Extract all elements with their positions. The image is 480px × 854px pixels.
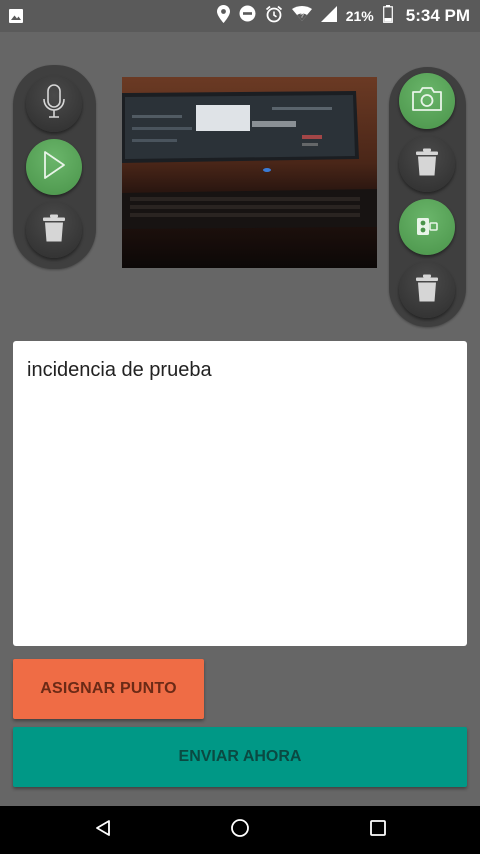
- trash-icon: [416, 148, 438, 181]
- battery-icon: [382, 4, 393, 28]
- wifi-icon: ?: [291, 5, 312, 27]
- battery-percent: 21%: [345, 8, 374, 24]
- status-bar: ? 21% 5:34 PM: [0, 0, 480, 32]
- navigation-bar: [0, 806, 480, 854]
- delete-photo-button[interactable]: [399, 136, 455, 192]
- alarm-icon: [265, 5, 283, 28]
- video-camera-icon: [415, 213, 439, 242]
- audio-controls-panel: [13, 65, 96, 269]
- recents-icon: [370, 819, 386, 841]
- clock: 5:34 PM: [405, 6, 470, 25]
- delete-video-button[interactable]: [399, 262, 455, 318]
- recents-button[interactable]: [348, 806, 408, 854]
- play-icon: [41, 150, 67, 185]
- back-button[interactable]: [73, 806, 133, 854]
- photo-preview[interactable]: [122, 77, 377, 268]
- captured-photo-image: [122, 77, 377, 268]
- microphone-icon: [41, 83, 67, 125]
- record-video-button[interactable]: [399, 199, 455, 255]
- delete-audio-button[interactable]: [26, 202, 82, 258]
- signal-icon: [320, 5, 337, 27]
- camera-icon: [411, 86, 443, 117]
- location-icon: [216, 4, 230, 28]
- send-now-label: ENVIAR AHORA: [178, 748, 302, 765]
- incident-description-text: incidencia de prueba: [27, 359, 212, 381]
- assign-point-button[interactable]: ASIGNAR PUNTO: [13, 659, 204, 719]
- send-now-button[interactable]: ENVIAR AHORA: [13, 727, 467, 787]
- record-audio-button[interactable]: [26, 76, 82, 132]
- gallery-icon: [8, 8, 24, 29]
- trash-icon: [43, 214, 65, 247]
- trash-icon: [416, 274, 438, 307]
- incident-description-field[interactable]: incidencia de prueba: [13, 341, 467, 646]
- do-not-disturb-icon: [239, 5, 256, 27]
- home-icon: [230, 818, 250, 843]
- home-button[interactable]: [210, 806, 270, 854]
- media-controls-panel: [389, 67, 466, 327]
- assign-point-label: ASIGNAR PUNTO: [40, 680, 177, 697]
- take-photo-button[interactable]: [399, 73, 455, 129]
- back-icon: [94, 819, 112, 842]
- play-audio-button[interactable]: [26, 139, 82, 195]
